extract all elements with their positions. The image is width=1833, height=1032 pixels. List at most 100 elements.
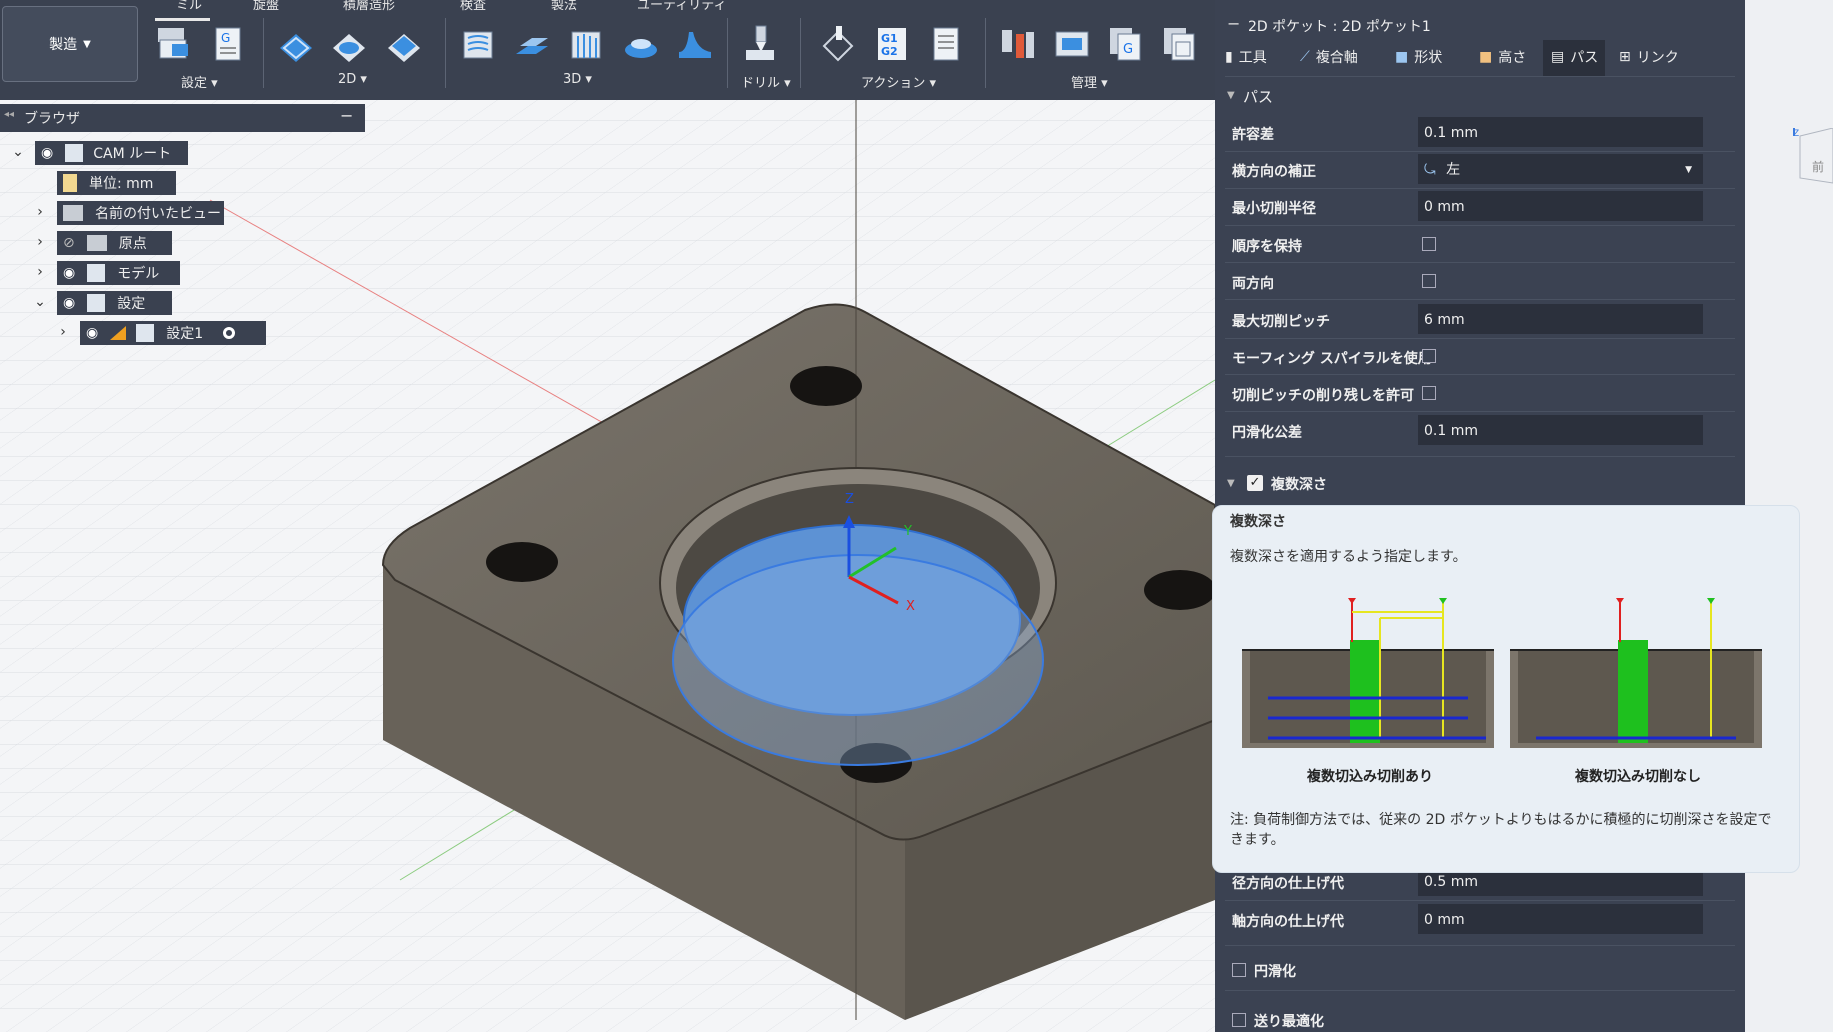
group-label-setup[interactable]: 設定 ▾ bbox=[181, 72, 218, 91]
divider bbox=[1225, 990, 1735, 991]
tab-multi-axis[interactable]: ⟋ 複合軸 bbox=[1300, 40, 1358, 74]
both-ways-label: 両方向 bbox=[1232, 276, 1274, 292]
document-icon bbox=[63, 174, 77, 192]
smoothing-checkbox[interactable] bbox=[1232, 963, 1246, 977]
chevron-right-icon[interactable]: › bbox=[32, 264, 48, 280]
tree-item-model[interactable]: ◉ モデル bbox=[57, 261, 180, 285]
chevron-expanded-icon[interactable]: ⌄ bbox=[10, 144, 26, 160]
diagram-with-multi-depth bbox=[1242, 598, 1494, 748]
3d-viewport[interactable]: Z Y X bbox=[0, 100, 1215, 1032]
collapse-left-icon[interactable]: ◂◂ bbox=[4, 109, 14, 120]
divider bbox=[1225, 411, 1735, 412]
3d-pocket-icon[interactable] bbox=[512, 24, 552, 64]
tab-label: パス bbox=[1570, 50, 1599, 66]
drill-icon[interactable] bbox=[740, 24, 780, 64]
eye-icon[interactable]: ◉ bbox=[63, 265, 75, 281]
tab-inspection[interactable]: 検査 bbox=[460, 0, 486, 13]
compensation-icon: ⤿ bbox=[1424, 162, 1436, 178]
separator bbox=[263, 18, 264, 88]
separator bbox=[445, 18, 446, 88]
eye-hidden-icon[interactable]: ⊘ bbox=[63, 235, 75, 251]
feed-optimization-label: 送り最適化 bbox=[1254, 1014, 1324, 1030]
group-label-2d[interactable]: 2D ▾ bbox=[338, 72, 367, 87]
scallop-icon[interactable] bbox=[675, 24, 715, 64]
tab-linking[interactable]: ⊞ リンク bbox=[1619, 40, 1679, 74]
tree-item-origin[interactable]: ⊘ 原点 bbox=[57, 231, 172, 255]
allow-stepover-cusps-checkbox[interactable] bbox=[1422, 386, 1436, 400]
chevron-right-icon[interactable]: › bbox=[32, 234, 48, 250]
machine-library-icon[interactable] bbox=[1052, 24, 1092, 64]
tree-item-setup1[interactable]: ◉ 設定1 bbox=[80, 321, 266, 345]
preserve-order-checkbox[interactable] bbox=[1422, 237, 1436, 251]
eye-icon[interactable]: ◉ bbox=[41, 145, 53, 161]
section-collapse-icon[interactable]: ▼ bbox=[1227, 478, 1235, 489]
minimize-icon[interactable]: − bbox=[340, 106, 353, 125]
new-setup-icon[interactable] bbox=[154, 24, 194, 64]
radial-stock-label: 径方向の仕上げ代 bbox=[1232, 876, 1344, 892]
feed-optimization-checkbox[interactable] bbox=[1232, 1013, 1246, 1027]
post-process-icon[interactable]: G1 G2 bbox=[872, 24, 912, 64]
eye-icon[interactable]: ◉ bbox=[63, 295, 75, 311]
section-collapse-icon[interactable]: ▼ bbox=[1227, 90, 1235, 101]
tab-fabrication[interactable]: 製法 bbox=[551, 0, 577, 13]
both-ways-checkbox[interactable] bbox=[1422, 274, 1436, 288]
model-canvas[interactable] bbox=[0, 100, 1215, 1032]
workspace-dropdown[interactable]: 製造 ▼ bbox=[2, 6, 138, 82]
tree-item-setups[interactable]: ◉ 設定 bbox=[57, 291, 172, 315]
divider bbox=[1225, 76, 1735, 77]
chevron-expanded-icon[interactable]: ⌄ bbox=[32, 294, 48, 310]
chevron-right-icon[interactable]: › bbox=[55, 324, 71, 340]
template-library-icon[interactable]: G bbox=[1106, 24, 1146, 64]
active-setup-icon[interactable] bbox=[223, 327, 236, 339]
contour-icon[interactable] bbox=[621, 24, 661, 64]
setup-sheet-doc-icon[interactable] bbox=[926, 24, 966, 64]
tab-passes[interactable]: ▤ パス bbox=[1551, 40, 1598, 74]
multi-depth-checkbox[interactable]: ✓ bbox=[1247, 475, 1263, 491]
chevron-right-icon[interactable]: › bbox=[32, 204, 48, 220]
group-label-manage[interactable]: 管理 ▾ bbox=[1071, 72, 1108, 91]
workspace-label: 製造 bbox=[49, 37, 78, 53]
stock-icon bbox=[110, 326, 127, 340]
simulate-icon[interactable] bbox=[818, 24, 858, 64]
tab-turning[interactable]: 旋盤 bbox=[253, 0, 279, 13]
min-cut-radius-field[interactable]: 0 mm bbox=[1418, 191, 1703, 221]
tab-utilities[interactable]: ユーティリティ bbox=[637, 0, 726, 13]
dialog-header[interactable]: − 2D ポケット : 2D ポケット1 bbox=[1215, 10, 1745, 40]
eye-icon[interactable]: ◉ bbox=[86, 325, 98, 341]
tab-additive[interactable]: 積層造形 bbox=[343, 0, 395, 13]
max-stepover-field[interactable]: 6 mm bbox=[1418, 304, 1703, 334]
setup-sheet-icon[interactable]: G bbox=[208, 24, 248, 64]
3d-adaptive-icon[interactable] bbox=[458, 24, 498, 64]
morphed-spiral-checkbox[interactable] bbox=[1422, 349, 1436, 363]
smoothing-tolerance-field[interactable]: 0.1 mm bbox=[1418, 415, 1703, 445]
browser-header[interactable]: ◂◂ ブラウザ − bbox=[0, 104, 365, 132]
post-library-icon[interactable] bbox=[1160, 24, 1200, 64]
viewcube[interactable]: Z 前 bbox=[1788, 127, 1833, 188]
tab-mill[interactable]: ミル bbox=[176, 0, 202, 13]
axial-stock-field[interactable]: 0 mm bbox=[1418, 904, 1703, 934]
group-label-actions[interactable]: アクション ▾ bbox=[861, 72, 936, 91]
tab-tool[interactable]: ▮ 工具 bbox=[1225, 40, 1267, 74]
tree-item-units[interactable]: 単位: mm bbox=[57, 171, 176, 195]
group-label-3d[interactable]: 3D ▾ bbox=[563, 72, 592, 87]
compensation-select[interactable]: ⤿ 左 ▼ bbox=[1418, 154, 1703, 184]
divider bbox=[1225, 338, 1735, 339]
svg-text:G2: G2 bbox=[881, 45, 898, 58]
tolerance-field[interactable]: 0.1 mm bbox=[1418, 117, 1703, 147]
face-icon[interactable] bbox=[384, 26, 424, 66]
bolt-hole bbox=[790, 366, 862, 406]
2d-adaptive-icon[interactable] bbox=[276, 26, 316, 66]
linking-icon: ⊞ bbox=[1619, 49, 1631, 65]
tool-library-icon[interactable] bbox=[998, 24, 1038, 64]
tree-item-cam-root[interactable]: ◉ CAM ルート bbox=[35, 141, 188, 165]
tab-geometry[interactable]: ■ 形状 bbox=[1395, 40, 1442, 74]
tab-heights[interactable]: ■ 高さ bbox=[1479, 40, 1526, 74]
collapse-icon[interactable]: − bbox=[1227, 14, 1240, 33]
folder-icon bbox=[86, 235, 107, 251]
2d-pocket-icon[interactable] bbox=[329, 26, 369, 66]
tree-item-named-views[interactable]: 名前の付いたビュー bbox=[57, 201, 224, 225]
group-label-drill[interactable]: ドリル ▾ bbox=[741, 72, 791, 91]
parallel-icon[interactable] bbox=[566, 24, 606, 64]
active-tab-indicator bbox=[155, 18, 210, 21]
folder-icon bbox=[63, 205, 83, 221]
